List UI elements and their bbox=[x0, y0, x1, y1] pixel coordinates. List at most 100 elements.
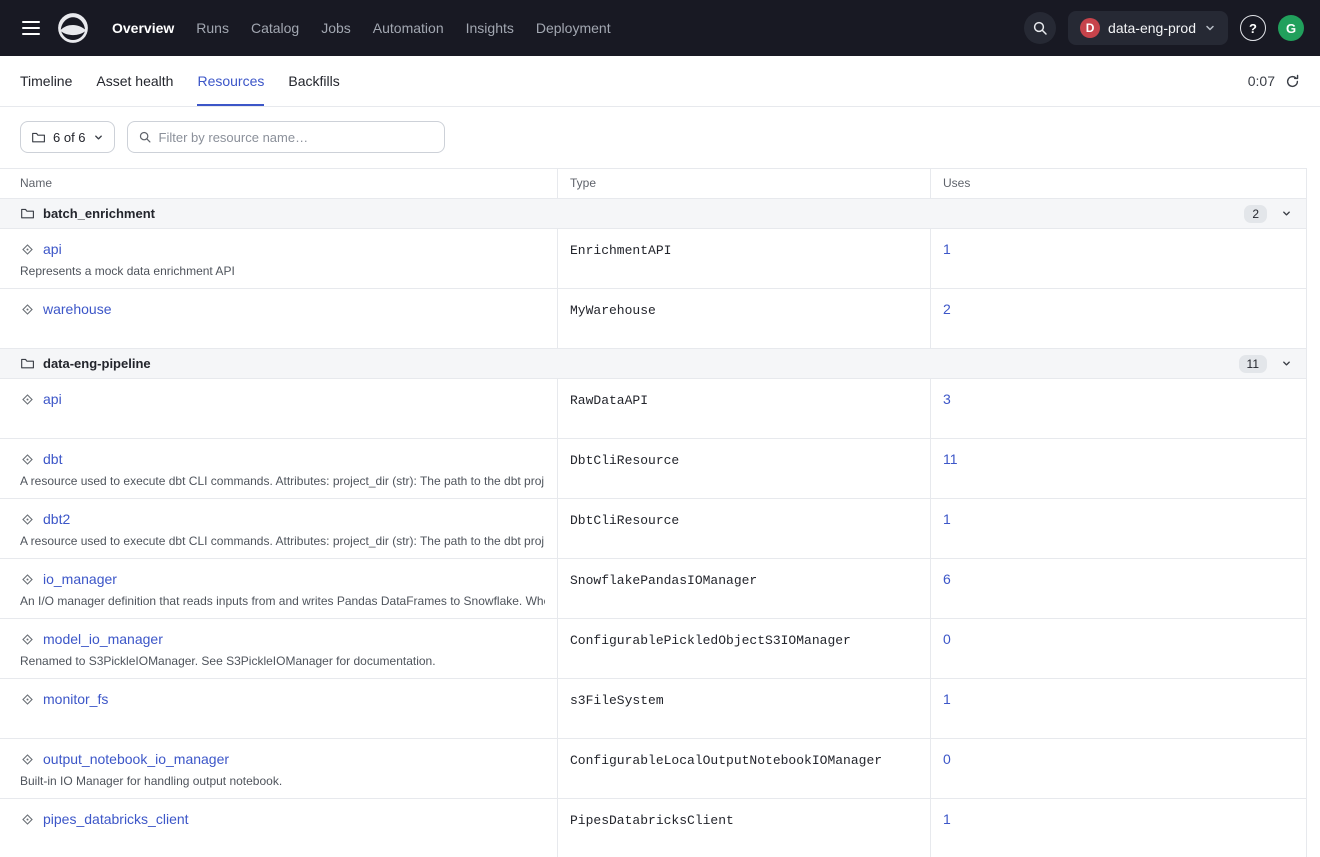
resource-name-link[interactable]: dbt bbox=[43, 451, 62, 467]
resource-icon bbox=[20, 812, 35, 827]
resource-name-link[interactable]: monitor_fs bbox=[43, 691, 108, 707]
resource-type: PipesDatabricksClient bbox=[557, 799, 930, 857]
workspace-name: data-eng-prod bbox=[1108, 20, 1196, 36]
nav-item-deployment[interactable]: Deployment bbox=[526, 12, 621, 44]
name-cell: model_io_manager Renamed to S3PickleIOMan… bbox=[0, 619, 557, 678]
resource-name-link[interactable]: model_io_manager bbox=[43, 631, 163, 647]
resource-description: Represents a mock data enrichment API bbox=[20, 264, 545, 278]
resource-name-link[interactable]: io_manager bbox=[43, 571, 117, 587]
resource-uses-link[interactable]: 6 bbox=[943, 571, 951, 587]
resource-description: A resource used to execute dbt CLI comma… bbox=[20, 474, 545, 488]
group-count-badge: 11 bbox=[1239, 355, 1267, 373]
uses-cell: 1 bbox=[930, 679, 1306, 738]
tab-resources[interactable]: Resources bbox=[197, 56, 264, 106]
name-cell: output_notebook_io_managerBuilt-in IO Ma… bbox=[0, 739, 557, 798]
name-cell: io_managerAn I/O manager definition that… bbox=[0, 559, 557, 618]
resource-search bbox=[127, 121, 445, 153]
top-navigation: OverviewRunsCatalogJobsAutomationInsight… bbox=[0, 0, 1320, 56]
tab-bar-right: 0:07 bbox=[1248, 56, 1300, 106]
resource-uses-link[interactable]: 1 bbox=[943, 511, 951, 527]
resource-row: io_managerAn I/O manager definition that… bbox=[0, 559, 1306, 619]
resource-row: output_notebook_io_managerBuilt-in IO Ma… bbox=[0, 739, 1306, 799]
name-cell: api Represents a mock data enrichment API bbox=[0, 229, 557, 288]
uses-cell: 11 bbox=[930, 439, 1306, 498]
tab-asset-health[interactable]: Asset health bbox=[96, 56, 173, 106]
resource-row: dbt A resource used to execute dbt CLI co… bbox=[0, 439, 1306, 499]
resource-row: pipes_databricks_client PipesDatabricksCl… bbox=[0, 799, 1306, 857]
help-icon[interactable]: ? bbox=[1240, 15, 1266, 41]
uses-cell: 2 bbox=[930, 289, 1306, 348]
tab-backfills[interactable]: Backfills bbox=[288, 56, 339, 106]
refresh-icon[interactable] bbox=[1285, 74, 1300, 89]
nav-item-runs[interactable]: Runs bbox=[186, 12, 239, 44]
resource-type: DbtCliResource bbox=[557, 499, 930, 558]
search-icon[interactable] bbox=[1024, 12, 1056, 44]
resource-uses-link[interactable]: 0 bbox=[943, 631, 951, 647]
resource-name-link[interactable]: pipes_databricks_client bbox=[43, 811, 189, 827]
resource-name-link[interactable]: api bbox=[43, 391, 62, 407]
nav-item-jobs[interactable]: Jobs bbox=[311, 12, 361, 44]
resource-name-link[interactable]: warehouse bbox=[43, 301, 112, 317]
resource-description: A resource used to execute dbt CLI comma… bbox=[20, 534, 545, 548]
tab-timeline[interactable]: Timeline bbox=[20, 56, 72, 106]
nav-item-insights[interactable]: Insights bbox=[456, 12, 524, 44]
uses-cell: 0 bbox=[930, 739, 1306, 798]
name-cell: monitor_fs bbox=[0, 679, 557, 738]
tabs: Timeline Asset health Resources Backfills bbox=[20, 56, 340, 106]
main-nav: OverviewRunsCatalogJobsAutomationInsight… bbox=[102, 12, 621, 44]
resource-icon bbox=[20, 632, 35, 647]
resource-uses-link[interactable]: 1 bbox=[943, 691, 951, 707]
name-cell: dbt A resource used to execute dbt CLI co… bbox=[0, 439, 557, 498]
chevron-down-icon[interactable] bbox=[1281, 208, 1292, 219]
resource-description: Renamed to S3PickleIOManager. See S3Pick… bbox=[20, 654, 545, 668]
nav-item-automation[interactable]: Automation bbox=[363, 12, 454, 44]
resource-row: model_io_manager Renamed to S3PickleIOMan… bbox=[0, 619, 1306, 679]
uses-cell: 0 bbox=[930, 619, 1306, 678]
resource-row: monitor_fss3FileSystem1 bbox=[0, 679, 1306, 739]
resource-name-link[interactable]: dbt2 bbox=[43, 511, 70, 527]
dagster-logo-icon bbox=[56, 11, 90, 45]
resource-table-body: batch_enrichment2api Represents a mock da… bbox=[0, 199, 1306, 857]
workspace-switcher[interactable]: D data-eng-prod bbox=[1068, 11, 1228, 45]
resource-type: DbtCliResource bbox=[557, 439, 930, 498]
resource-name-link[interactable]: api bbox=[43, 241, 62, 257]
uses-cell: 1 bbox=[930, 229, 1306, 288]
group-name: data-eng-pipeline bbox=[43, 356, 151, 371]
table-header: Name Type Uses bbox=[0, 169, 1306, 199]
resource-count-label: 6 of 6 bbox=[53, 130, 86, 145]
hamburger-menu-icon[interactable] bbox=[16, 13, 46, 43]
resource-row: api RawDataAPI 3 bbox=[0, 379, 1306, 439]
avatar[interactable]: G bbox=[1278, 15, 1304, 41]
column-header-name: Name bbox=[0, 169, 557, 198]
resource-uses-link[interactable]: 3 bbox=[943, 391, 951, 407]
resource-type: EnrichmentAPI bbox=[557, 229, 930, 288]
search-icon bbox=[138, 130, 152, 144]
group-row-batch-enrichment[interactable]: batch_enrichment2 bbox=[0, 199, 1306, 229]
resource-uses-link[interactable]: 1 bbox=[943, 241, 951, 257]
resource-type: RawDataAPI bbox=[557, 379, 930, 438]
uses-cell: 1 bbox=[930, 799, 1306, 857]
resource-uses-link[interactable]: 11 bbox=[943, 451, 958, 467]
name-cell: pipes_databricks_client bbox=[0, 799, 557, 857]
resource-uses-link[interactable]: 2 bbox=[943, 301, 951, 317]
resource-count-dropdown[interactable]: 6 of 6 bbox=[20, 121, 115, 153]
column-header-type: Type bbox=[557, 169, 930, 198]
column-header-uses: Uses bbox=[930, 169, 1306, 198]
resource-name-link[interactable]: output_notebook_io_manager bbox=[43, 751, 229, 767]
chevron-down-icon[interactable] bbox=[1281, 358, 1292, 369]
nav-item-catalog[interactable]: Catalog bbox=[241, 12, 309, 44]
resource-row: dbt2 A resource used to execute dbt CLI c… bbox=[0, 499, 1306, 559]
resource-uses-link[interactable]: 1 bbox=[943, 811, 951, 827]
folder-icon bbox=[20, 206, 35, 221]
resource-icon bbox=[20, 572, 35, 587]
search-input[interactable] bbox=[159, 130, 434, 145]
name-cell: dbt2 A resource used to execute dbt CLI c… bbox=[0, 499, 557, 558]
group-row-data-eng-pipeline[interactable]: data-eng-pipeline 11 bbox=[0, 349, 1306, 379]
resource-type: ConfigurablePickledObjectS3IOManager bbox=[557, 619, 930, 678]
resource-uses-link[interactable]: 0 bbox=[943, 751, 951, 767]
resource-icon bbox=[20, 302, 35, 317]
nav-item-overview[interactable]: Overview bbox=[102, 12, 184, 44]
chevron-down-icon bbox=[93, 132, 104, 143]
name-cell: api bbox=[0, 379, 557, 438]
workspace-badge: D bbox=[1080, 18, 1100, 38]
